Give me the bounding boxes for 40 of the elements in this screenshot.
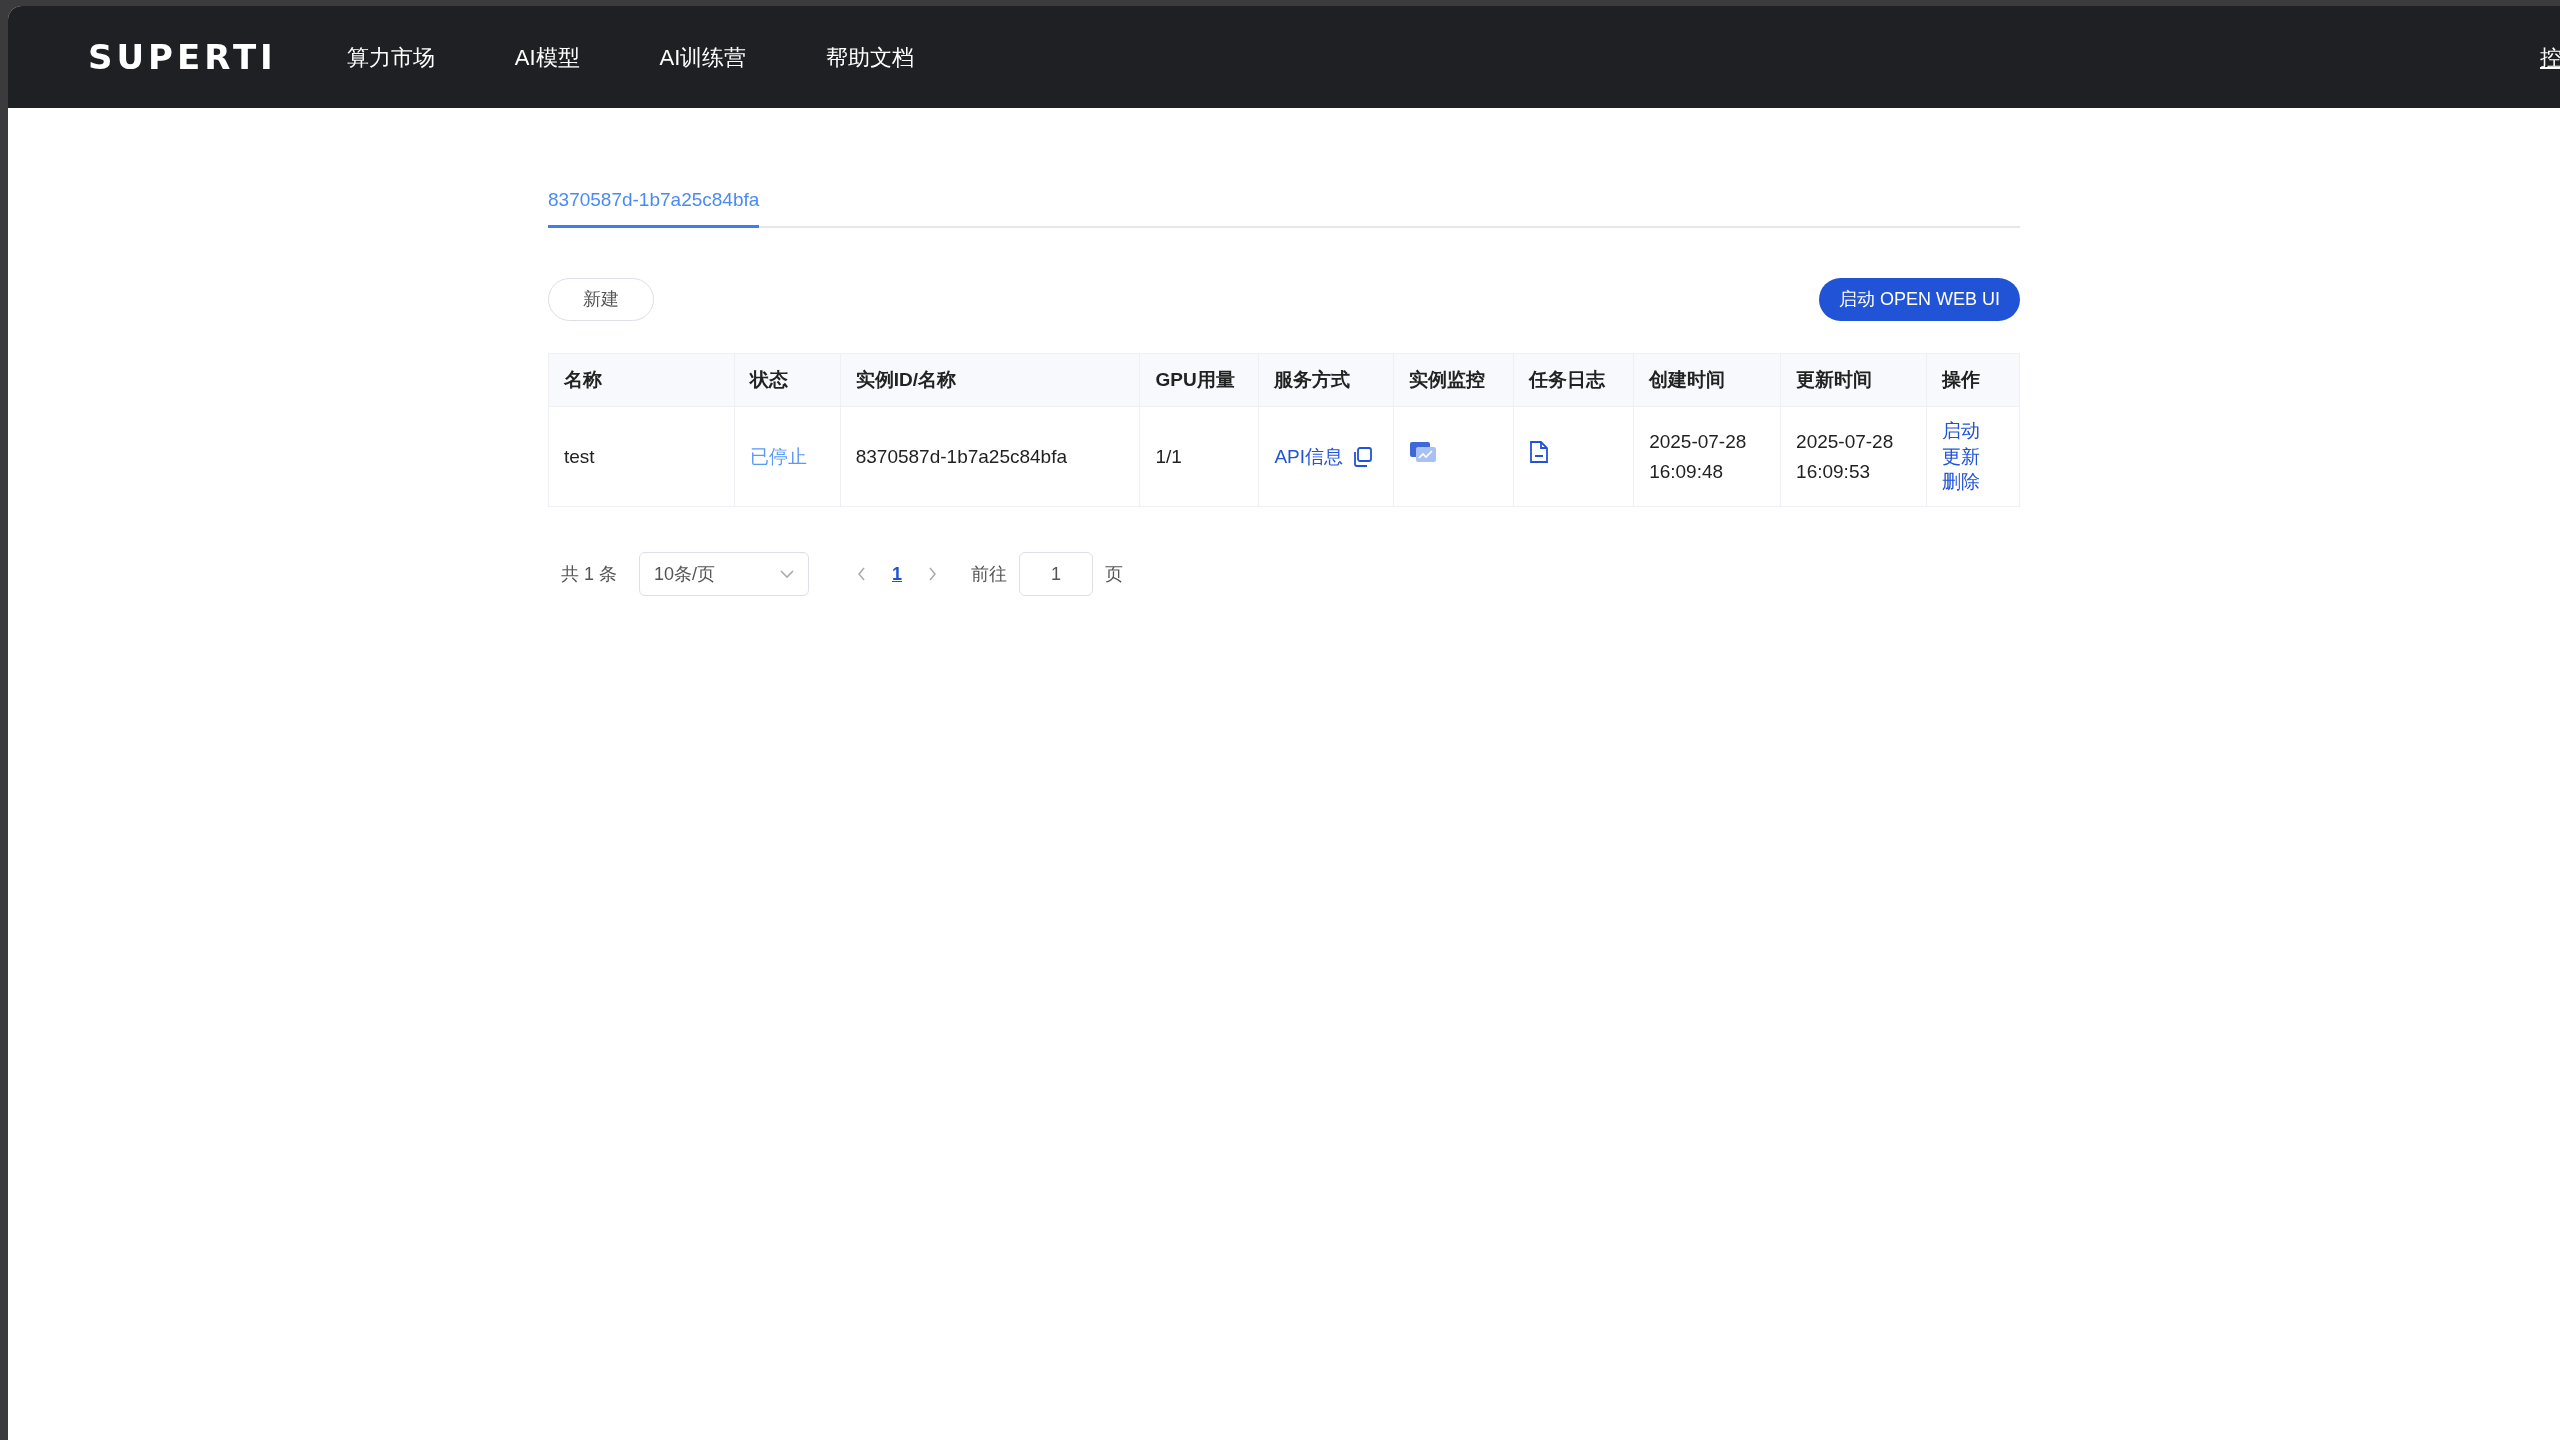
document-icon[interactable]: [1529, 440, 1550, 465]
total-count: 共 1 条: [561, 562, 617, 586]
column-header: 更新时间: [1780, 353, 1927, 407]
column-header: GPU用量: [1140, 353, 1259, 407]
column-header: 任务日志: [1513, 353, 1634, 407]
monitor-chart-icon[interactable]: [1409, 440, 1438, 465]
new-button[interactable]: 新建: [548, 277, 654, 321]
column-header: 创建时间: [1633, 353, 1781, 407]
created-time: 2025-07-28: [1649, 430, 1748, 455]
page-size-value: 10条/页: [654, 562, 716, 586]
goto-label: 前往: [971, 562, 1008, 586]
page-size-select[interactable]: 10条/页: [639, 552, 809, 596]
status-text: 已停止: [749, 445, 807, 467]
column-header: 状态: [734, 353, 841, 407]
page-input[interactable]: 1: [1019, 552, 1094, 596]
action-link[interactable]: 启动: [1942, 418, 2004, 444]
column-header: 实例ID/名称: [840, 353, 1140, 407]
table-cell: 8370587d-1b7a25c84bfa: [840, 406, 1140, 507]
table-cell: test: [548, 406, 735, 507]
logo[interactable]: SUPERTI: [88, 31, 277, 83]
nav-link[interactable]: AI训练营: [659, 40, 747, 74]
action-link[interactable]: 更新: [1942, 443, 2004, 470]
page-suffix: 页: [1105, 562, 1124, 586]
action-link[interactable]: 删除: [1942, 469, 2004, 495]
column-header: 服务方式: [1258, 353, 1394, 407]
nav-link[interactable]: 帮助文档: [826, 40, 915, 74]
column-header: 操作: [1926, 353, 2020, 407]
updated-time: 16:09:53: [1796, 459, 1872, 484]
column-header: 名称: [548, 353, 735, 407]
copy-icon[interactable]: [1351, 445, 1374, 468]
launch-button[interactable]: 启动 OPEN WEB UI: [1819, 277, 2020, 321]
column-header: 实例监控: [1393, 353, 1514, 407]
nav-link[interactable]: 算力市场: [346, 40, 435, 74]
page-number[interactable]: 1: [880, 560, 915, 588]
nav-link[interactable]: AI模型: [514, 40, 580, 74]
api-info-link[interactable]: API信息: [1274, 441, 1344, 472]
created-time: 16:09:48: [1649, 459, 1725, 484]
chevron-down-icon: [780, 569, 794, 579]
table-cell: 1/1: [1140, 406, 1259, 507]
updated-time: 2025-07-28: [1796, 430, 1895, 455]
